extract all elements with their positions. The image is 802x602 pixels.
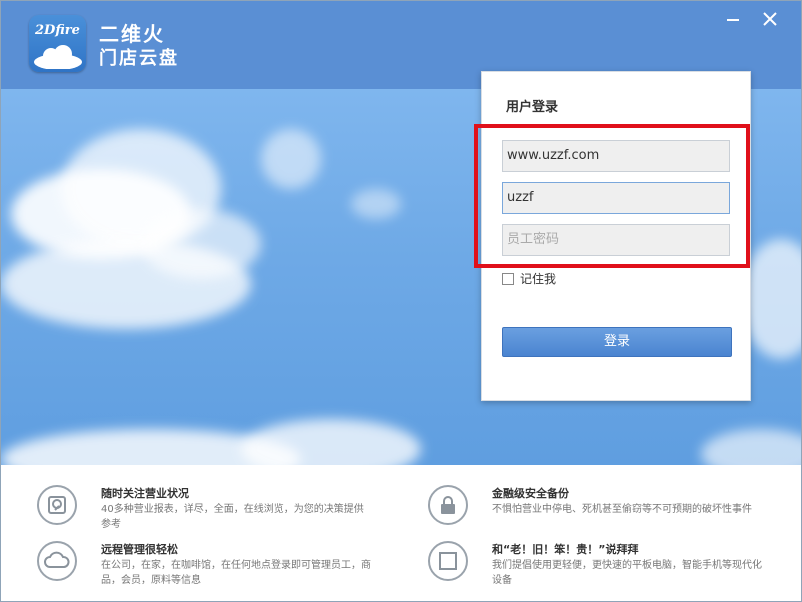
feature-desc: 不惧怕营业中停电、死机甚至偷窃等不可预期的破坏性事件 xyxy=(492,504,752,515)
lock-icon xyxy=(428,485,468,525)
feature-desc: 在公司，在家，在咖啡馆，在任何地点登录即可管理员工，商品，会员，原料等信息 xyxy=(101,560,371,586)
feature-item: 随时关注营业状况 40多种营业报表，详尽，全面，在线浏览，为您的决策提供参考 xyxy=(37,485,377,545)
app-subtitle: 门店云盘 xyxy=(99,48,179,69)
cloud-icon xyxy=(37,541,77,581)
app-name: 二维火 xyxy=(99,22,165,46)
features-section: 随时关注营业状况 40多种营业报表，详尽，全面，在线浏览，为您的决策提供参考 金… xyxy=(1,465,801,601)
app-logo: 2Dfire xyxy=(29,15,86,72)
remember-label: 记住我 xyxy=(520,272,557,286)
login-button[interactable]: 登录 xyxy=(502,327,732,357)
login-title: 用户登录 xyxy=(506,100,559,115)
login-panel: 用户登录 www.uzzf.com uzzf 员工密码 记住我 登录 xyxy=(474,71,751,401)
feature-item: 和“老！旧！笨！贵！”说拜拜 我们提倡使用更轻便，更快速的平板电脑，智能手机等现… xyxy=(428,541,768,601)
feature-item: 金融级安全备份 不惧怕营业中停电、死机甚至偷窃等不可预期的破坏性事件 xyxy=(428,485,768,545)
password-field[interactable]: uzzf xyxy=(502,182,730,214)
feature-title: 远程管理很轻松 xyxy=(101,543,178,556)
remember-me[interactable]: 记住我 xyxy=(502,270,556,287)
feature-title: 金融级安全备份 xyxy=(492,487,569,500)
feature-item: 远程管理很轻松 在公司，在家，在咖啡馆，在任何地点登录即可管理员工，商品，会员，… xyxy=(37,541,377,601)
staff-password-field[interactable]: 员工密码 xyxy=(502,224,730,256)
close-icon[interactable] xyxy=(760,9,780,29)
feature-title: 和“老！旧！笨！贵！”说拜拜 xyxy=(492,543,639,556)
logo-cloud-icon xyxy=(34,45,82,69)
feature-title: 随时关注营业状况 xyxy=(101,487,189,500)
device-icon xyxy=(428,541,468,581)
minimize-icon[interactable] xyxy=(723,9,743,29)
disk-icon xyxy=(37,485,77,525)
app-window: 2Dfire 二维火 门店云盘 用户登录 www.uzzf.com uzzf 员… xyxy=(0,0,802,602)
username-field[interactable]: www.uzzf.com xyxy=(502,140,730,172)
remember-checkbox[interactable] xyxy=(502,272,514,285)
feature-desc: 我们提倡使用更轻便，更快速的平板电脑，智能手机等现代化设备 xyxy=(492,560,762,586)
logo-text: 2Dfire xyxy=(35,23,80,38)
feature-desc: 40多种营业报表，详尽，全面，在线浏览，为您的决策提供参考 xyxy=(101,504,364,530)
